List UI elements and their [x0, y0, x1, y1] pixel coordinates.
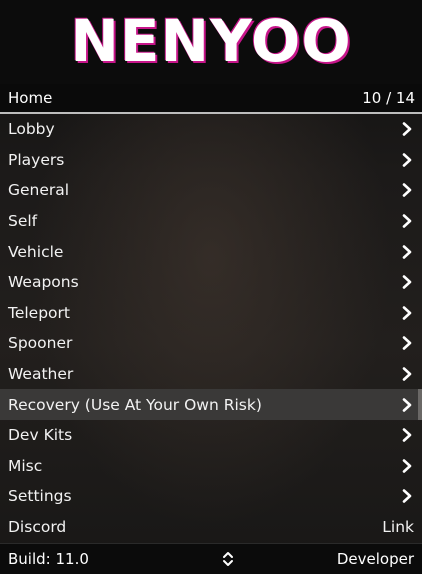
chevron-right-icon	[400, 183, 414, 198]
menu-item-vehicle[interactable]: Vehicle	[0, 236, 422, 267]
chevron-right-icon	[400, 122, 414, 137]
menu-item-label: Discord	[8, 518, 67, 537]
chevron-right-icon	[400, 275, 414, 290]
chevron-right-icon	[400, 397, 414, 412]
menu-item-recovery-use-at-your-own-risk[interactable]: Recovery (Use At Your Own Risk)	[0, 389, 422, 420]
chevron-right-icon	[400, 214, 414, 228]
current-menu-title: Home	[8, 89, 53, 107]
menu-item-label: General	[8, 181, 70, 200]
menu-footer: Build: 11.0 Developer	[0, 543, 422, 574]
chevron-right-icon	[400, 428, 414, 443]
up-down-arrows-icon	[222, 551, 234, 567]
menu-item-general[interactable]: General	[0, 175, 422, 206]
chevron-right-icon	[400, 306, 414, 320]
chevron-right-icon	[400, 459, 414, 473]
chevron-right-icon	[400, 367, 414, 381]
menu-item-weapons[interactable]: Weapons	[0, 267, 422, 298]
menu-item-settings[interactable]: Settings	[0, 481, 422, 512]
menu-item-players[interactable]: Players	[0, 145, 422, 176]
menu-item-label: Vehicle	[8, 242, 64, 261]
menu-item-label: Settings	[8, 487, 72, 506]
menu-item-label: Dev Kits	[8, 426, 73, 445]
menu-item-label: Spooner	[8, 334, 73, 353]
menu-item-label: Players	[8, 150, 65, 169]
menu-item-discord[interactable]: Discord Link	[0, 512, 422, 543]
menu-item-value: Link	[382, 518, 414, 537]
menu-item-label: Self	[8, 212, 38, 231]
menu-item-label: Teleport	[8, 303, 70, 322]
build-version: Build: 11.0	[8, 550, 89, 568]
menu-list: Lobby Players General Self Vehicle Weapons Tel…	[0, 114, 422, 542]
menu-item-label: Misc	[8, 456, 43, 475]
menu-header: NENYOO	[0, 0, 422, 84]
menu-logo: NENYOO	[70, 7, 352, 75]
menu-item-weather[interactable]: Weather	[0, 359, 422, 390]
menu-item-label: Weapons	[8, 273, 79, 292]
menu-item-label: Weather	[8, 365, 74, 384]
menu-item-lobby[interactable]: Lobby	[0, 114, 422, 145]
menu-item-label: Recovery (Use At Your Own Risk)	[8, 395, 262, 414]
menu-item-self[interactable]: Self	[0, 206, 422, 237]
menu-item-teleport[interactable]: Teleport	[0, 298, 422, 329]
menu-item-label: Lobby	[8, 120, 55, 139]
chevron-right-icon	[400, 244, 414, 259]
mod-menu: NENYOO Home 10 / 14 Lobby Players General S…	[0, 0, 422, 574]
chevron-right-icon	[400, 489, 414, 504]
menu-item-misc[interactable]: Misc	[0, 451, 422, 482]
menu-item-dev-kits[interactable]: Dev Kits	[0, 420, 422, 451]
chevron-right-icon	[400, 153, 414, 167]
user-role: Developer	[336, 550, 414, 568]
chevron-right-icon	[400, 336, 414, 351]
menu-subheader: Home 10 / 14	[0, 84, 422, 114]
menu-item-spooner[interactable]: Spooner	[0, 328, 422, 359]
item-counter: 10 / 14	[362, 89, 415, 107]
